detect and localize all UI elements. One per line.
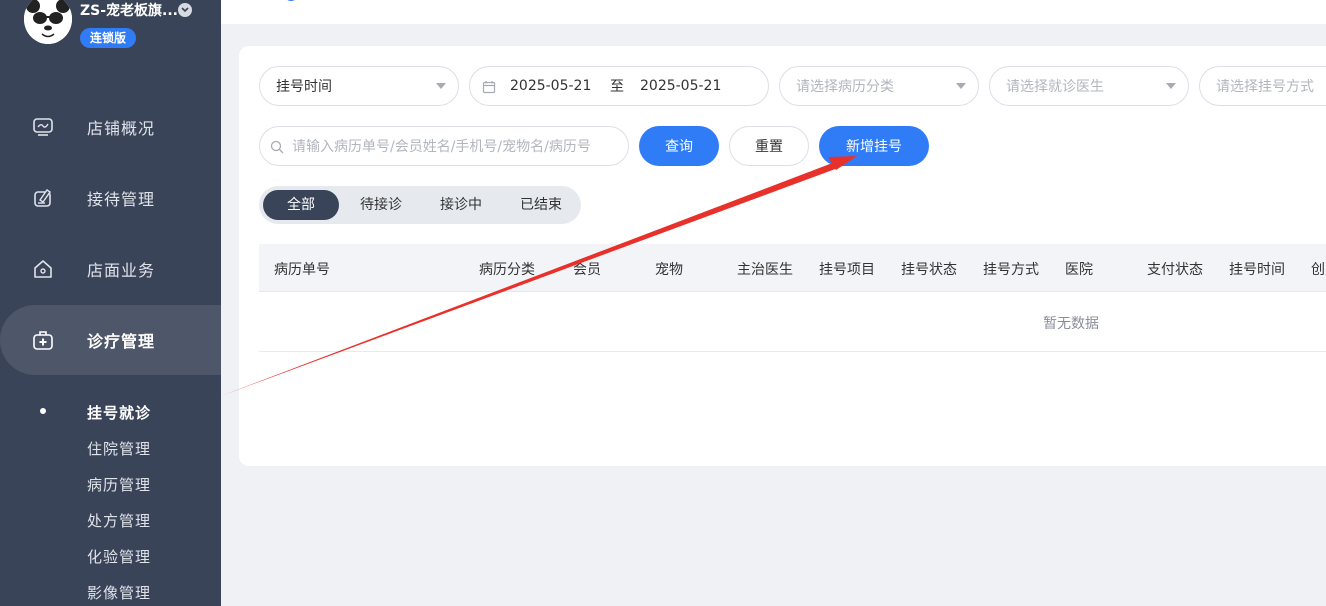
column-header: 挂号时间 — [1229, 262, 1285, 278]
nav-item-store-overview[interactable]: 店铺概况 — [0, 92, 221, 162]
time-type-select[interactable]: 挂号时间 — [259, 66, 459, 106]
registration-method-select[interactable]: 请选择挂号方式 — [1199, 66, 1326, 106]
column-header: 挂号项目 — [819, 262, 875, 278]
edition-badge: 连锁版 — [80, 28, 137, 48]
sub-item-lab-tests[interactable]: 化验管理 — [87, 546, 151, 567]
tab-all[interactable]: 全部 — [263, 190, 339, 220]
shop-avatar[interactable] — [24, 0, 72, 44]
panda-avatar-icon — [24, 0, 72, 44]
sub-item-registration[interactable]: 挂号就诊 — [87, 402, 151, 423]
reset-button[interactable]: 重置 — [729, 126, 809, 166]
empty-text: 暂无数据 — [1043, 316, 1099, 332]
nav-item-label: 诊疗管理 — [87, 332, 156, 351]
topbar — [221, 0, 1326, 24]
caret-down-icon — [436, 83, 446, 89]
column-header: 医院 — [1065, 262, 1093, 278]
method-placeholder: 请选择挂号方式 — [1216, 79, 1314, 95]
tab-in-progress[interactable]: 接诊中 — [423, 190, 499, 220]
column-header: 会员 — [573, 262, 601, 278]
tab-finished[interactable]: 已结束 — [503, 190, 579, 220]
date-range-picker[interactable]: 2025-05-21 至 2025-05-21 — [469, 66, 769, 106]
time-type-value: 挂号时间 — [276, 79, 332, 95]
doctor-select[interactable]: 请选择就诊医生 — [989, 66, 1189, 106]
search-placeholder: 请输入病历单号/会员姓名/手机号/宠物名/病历号 — [292, 139, 591, 155]
caret-down-icon — [1166, 83, 1176, 89]
nav-item-store-business[interactable]: 店面业务 — [0, 234, 221, 304]
sub-item-medical-records[interactable]: 病历管理 — [87, 474, 151, 495]
search-icon — [270, 140, 284, 154]
menu-icon[interactable] — [237, 0, 259, 6]
doctor-placeholder: 请选择就诊医生 — [1006, 79, 1104, 95]
column-header: 挂号方式 — [983, 262, 1039, 278]
active-dot — [40, 408, 46, 414]
table-header: 病历单号 病历分类 会员 宠物 主治医生 挂号项目 挂号状态 挂号方式 医院 支… — [259, 244, 1326, 292]
medical-kit-icon — [33, 331, 53, 350]
sub-item-prescriptions[interactable]: 处方管理 — [87, 510, 151, 531]
date-separator: 至 — [610, 79, 624, 95]
caret-down-icon — [956, 83, 966, 89]
category-placeholder: 请选择病历分类 — [796, 79, 894, 95]
tab-waiting[interactable]: 待接诊 — [343, 190, 419, 220]
nav-item-diagnosis[interactable]: 诊疗管理 — [0, 305, 221, 375]
record-category-select[interactable]: 请选择病历分类 — [779, 66, 979, 106]
sub-item-imaging[interactable]: 影像管理 — [87, 582, 151, 603]
add-registration-button[interactable]: 新增挂号 — [819, 126, 929, 166]
search-icon[interactable] — [283, 0, 301, 6]
nav-item-label: 店面业务 — [87, 261, 156, 280]
table-empty-row: 暂无数据 — [259, 292, 1326, 352]
nav-item-reception[interactable]: 接待管理 — [0, 163, 221, 233]
column-header: 宠物 — [655, 262, 683, 278]
sub-item-inpatient[interactable]: 住院管理 — [87, 438, 151, 459]
query-button[interactable]: 查询 — [639, 126, 719, 166]
nav-item-label: 店铺概况 — [87, 119, 156, 138]
home-icon — [34, 260, 52, 278]
column-header: 支付状态 — [1147, 262, 1203, 278]
nav-item-label: 接待管理 — [87, 190, 156, 209]
monitor-icon — [33, 118, 53, 136]
edit-icon — [34, 189, 51, 207]
date-end[interactable]: 2025-05-21 — [640, 78, 721, 94]
calendar-icon — [482, 81, 496, 94]
shop-name: ZS-宠老板旗... — [80, 3, 178, 19]
column-header: 病历分类 — [479, 262, 535, 278]
column-header: 主治医生 — [737, 262, 793, 278]
search-input[interactable]: 请输入病历单号/会员姓名/手机号/宠物名/病历号 — [259, 126, 629, 166]
sidebar: ZS-宠老板旗... 连锁版 店铺概况 接待管理 店面业务 诊疗管理 挂号就诊 … — [0, 0, 221, 606]
column-header: 挂号状态 — [901, 262, 957, 278]
chevron-down-icon[interactable] — [178, 3, 192, 17]
column-header: 创建 — [1311, 262, 1326, 278]
status-tabs: 全部 待接诊 接诊中 已结束 — [259, 186, 581, 224]
date-start[interactable]: 2025-05-21 — [510, 78, 591, 94]
column-header: 病历单号 — [274, 262, 330, 278]
